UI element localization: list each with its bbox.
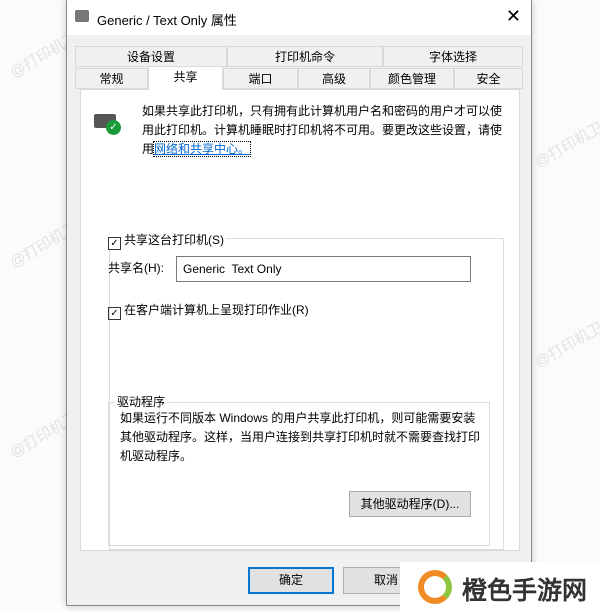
printer-icon bbox=[75, 10, 89, 22]
drivers-text: 如果运行不同版本 Windows 的用户共享此打印机，则可能需要安装其他驱动程序… bbox=[120, 411, 481, 463]
printer-properties-dialog: Generic / Text Only 属性 ✕ 设备设置 打印机命令 字体选择… bbox=[66, 0, 532, 606]
title-bar: Generic / Text Only 属性 ✕ bbox=[67, 0, 531, 35]
brand-name: 橙色手游网 bbox=[462, 577, 588, 605]
close-button[interactable]: ✕ bbox=[506, 6, 521, 27]
brand-swirl-icon bbox=[418, 570, 452, 604]
watermark: @打印机卫士 bbox=[532, 311, 600, 372]
network-sharing-center-link[interactable]: 网络和共享中心。 bbox=[153, 141, 252, 157]
checkbox-label: 在客户端计算机上呈现打印作业(R) bbox=[124, 303, 309, 317]
additional-drivers-button[interactable]: 其他驱动程序(D)... bbox=[349, 491, 471, 517]
shared-printer-icon: ✓ bbox=[94, 114, 121, 135]
sharing-panel: ✓ 如果共享此打印机，只有拥有此计算机用户名和密码的用户才可以使用此打印机。计算… bbox=[80, 89, 520, 551]
sharing-info: 如果共享此打印机，只有拥有此计算机用户名和密码的用户才可以使用此打印机。计算机睡… bbox=[142, 102, 502, 159]
tab-printer-commands[interactable]: 打印机命令 bbox=[227, 46, 383, 67]
drivers-group: 驱动程序 如果运行不同版本 Windows 的用户共享此打印机，则可能需要安装其… bbox=[108, 393, 490, 546]
ok-button[interactable]: 确定 bbox=[248, 567, 334, 594]
checkbox[interactable]: ✓ bbox=[108, 237, 121, 250]
share-name-label: 共享名(H): bbox=[108, 261, 164, 275]
checkbox[interactable]: ✓ bbox=[108, 307, 121, 320]
tab-general[interactable]: 常规 bbox=[75, 68, 148, 89]
tab-sharing[interactable]: 共享 bbox=[148, 66, 223, 90]
tab-font-selection[interactable]: 字体选择 bbox=[383, 46, 523, 67]
window-title: Generic / Text Only 属性 bbox=[97, 13, 237, 28]
share-printer-checkbox[interactable]: ✓ 共享这台打印机(S) bbox=[108, 231, 226, 250]
tab-color-management[interactable]: 颜色管理 bbox=[370, 68, 454, 89]
checkbox-label: 共享这台打印机(S) bbox=[124, 233, 224, 247]
share-name-input[interactable] bbox=[176, 256, 471, 282]
brand-logo: 橙色手游网 bbox=[400, 562, 600, 612]
tab-security[interactable]: 安全 bbox=[454, 68, 523, 89]
render-jobs-checkbox[interactable]: ✓ 在客户端计算机上呈现打印作业(R) bbox=[108, 301, 309, 320]
tab-ports[interactable]: 端口 bbox=[223, 68, 298, 89]
watermark: @打印机卫士 bbox=[532, 111, 600, 172]
tab-advanced[interactable]: 高级 bbox=[298, 68, 370, 89]
check-badge-icon: ✓ bbox=[106, 120, 121, 135]
tab-device-settings[interactable]: 设备设置 bbox=[75, 46, 227, 67]
